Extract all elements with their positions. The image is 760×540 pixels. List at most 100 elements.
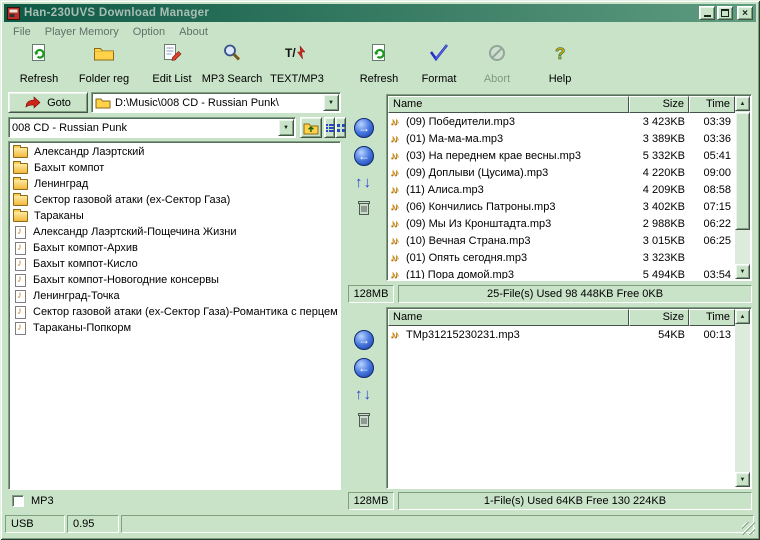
file-size-cell: 3 015KB [642,234,685,247]
mp3-checkbox[interactable] [12,494,24,507]
item-label: Сектор газовой атаки (ex-Сектор Газа)-Ро… [33,306,338,318]
close-button[interactable]: × [737,6,753,20]
list-item[interactable]: Бахыт компот-Кисло [9,256,340,272]
toolbar-label: Folder reg [78,73,130,85]
folder-combobox[interactable]: 008 CD - Russian Punk ▼ [8,117,296,138]
file-time-cell: 06:22 [703,217,731,230]
folder-file-list[interactable]: Александр Лаэртский Бахыт компот Ленинград… [8,141,341,490]
playlist-icon [15,241,26,255]
format-button[interactable]: Format [412,40,466,86]
folder-reg-button[interactable]: Folder reg [70,40,138,86]
file-name: (09) Победители.mp3 [406,115,515,128]
column-header-size[interactable]: Size [629,96,689,113]
device-status: USB [5,515,65,533]
file-row[interactable]: (10) Вечная Страна.mp3 3 015KB 06:25 [388,232,735,249]
playlist-icon [15,225,26,239]
item-label: Сектор газовой атаки (ex-Сектор Газа) [34,194,231,206]
path-dropdown-button[interactable]: ▼ [323,94,339,111]
menu-about[interactable]: About [172,25,215,39]
refresh-button-left[interactable]: Refresh [10,40,68,86]
reorder-buttons[interactable]: ↑↓ [355,174,372,191]
move-up-icon[interactable]: ↑ [355,174,364,191]
column-header-name[interactable]: Name [388,96,629,113]
file-size-cell: 4 209KB [642,183,685,196]
menu-file[interactable]: File [6,25,38,39]
list-view-button[interactable] [324,117,335,138]
file-row[interactable]: (11) Пора домой.mp3 5 494KB 03:54 [388,266,735,280]
file-row[interactable]: (09) Доплыви (Цусима).mp3 4 220KB 09:00 [388,164,735,181]
menu-option[interactable]: Option [126,25,172,39]
resize-grip[interactable] [742,522,755,535]
list-item[interactable]: Тараканы [9,208,340,224]
delete-file-button[interactable] [356,199,372,217]
file-row[interactable]: (01) Опять сегодня.mp3 3 323KB [388,249,735,266]
list-item[interactable]: Сектор газовой атаки (ex-Сектор Газа) [9,192,340,208]
file-row[interactable]: (06) Кончились Патроны.mp3 3 402KB 07:15 [388,198,735,215]
goto-button[interactable]: Goto [8,92,88,113]
text-mp3-button[interactable]: T/ TEXT/MP3 [264,40,330,86]
mp3-icon [390,116,406,128]
copy-from-device-button[interactable]: ← [354,146,374,166]
minimize-button[interactable] [699,6,715,20]
title-bar[interactable]: Han-230UVS Download Manager × [4,4,756,22]
list-item[interactable]: Бахыт компот-Архив [9,240,340,256]
scroll-thumb[interactable] [735,112,750,230]
scroll-down-button[interactable]: ▼ [735,472,750,487]
file-name-cell: (09) Мы Из Кронштадта.mp3 [388,218,629,230]
app-icon [7,6,20,20]
mp3-icon [390,150,406,162]
file-name: (11) Алиса.mp3 [406,183,484,196]
file-name: (09) Доплыви (Цусима).mp3 [406,166,549,179]
abort-button[interactable]: Abort [470,40,524,86]
icon-view-button[interactable] [335,117,346,138]
column-header-size[interactable]: Size [629,309,689,326]
up-folder-button[interactable] [300,117,322,138]
path-combobox[interactable]: D:\Music\008 CD - Russian Punk\ ▼ [91,92,341,113]
list-item[interactable]: Александр Лаэртский [9,144,340,160]
column-header-time[interactable]: Time [689,309,735,326]
copy-to-device-button-2[interactable]: → [354,330,374,350]
table-header: Name Size Time [388,96,735,113]
file-name-cell: (11) Пора домой.mp3 [388,269,629,280]
file-row[interactable]: (01) Ма-ма-ма.mp3 3 389KB 03:36 [388,130,735,147]
grid-view-icon [336,123,345,132]
maximize-button[interactable] [717,6,733,20]
file-row[interactable]: (09) Мы Из Кронштадта.mp3 2 988KB 06:22 [388,215,735,232]
scroll-up-button[interactable]: ▲ [735,309,750,324]
list-item[interactable]: Сектор газовой атаки (ex-Сектор Газа)-Ро… [9,304,340,320]
list-item[interactable]: Бахыт компот [9,160,340,176]
vertical-scrollbar[interactable]: ▲ ▼ [735,309,750,487]
scroll-up-button[interactable]: ▲ [735,96,750,111]
refresh-button-right[interactable]: Refresh [352,40,406,86]
move-down-icon[interactable]: ↓ [364,174,373,191]
edit-list-button[interactable]: Edit List [142,40,202,86]
menu-player-memory[interactable]: Player Memory [38,25,126,39]
move-up-icon[interactable]: ↑ [355,386,364,403]
file-time-cell: 09:00 [703,166,731,179]
vertical-scrollbar[interactable]: ▲ ▼ [735,96,750,279]
move-down-icon[interactable]: ↓ [364,386,373,403]
file-row[interactable]: (03) На переднем крае весны.mp3 5 332KB 05… [388,147,735,164]
folder-dropdown-button[interactable]: ▼ [278,119,294,136]
list-item[interactable]: Тараканы-Попкорм [9,320,340,336]
column-header-time[interactable]: Time [689,96,735,113]
toolbar-label: Refresh [359,73,399,85]
file-row[interactable]: (11) Алиса.mp3 4 209KB 08:58 [388,181,735,198]
refresh-icon [369,42,389,64]
item-label: Тараканы [34,210,84,222]
mp3-icon [390,269,406,280]
reorder-buttons-2[interactable]: ↑↓ [355,386,372,403]
list-item[interactable]: Александр Лаэртский-Пощечина Жизни [9,224,340,240]
scroll-down-button[interactable]: ▼ [735,264,750,279]
help-button[interactable]: ? Help [538,40,582,86]
copy-to-device-button[interactable]: → [354,118,374,138]
column-header-name[interactable]: Name [388,309,629,326]
list-item[interactable]: Бахыт компот-Новогодние консервы [9,272,340,288]
file-row[interactable]: (09) Победители.mp3 3 423KB 03:39 [388,113,735,130]
copy-from-device-button-2[interactable]: ← [354,358,374,378]
delete-file-button-2[interactable] [356,411,372,429]
list-item[interactable]: Ленинград [9,176,340,192]
mp3-search-button[interactable]: MP3 Search [198,40,266,86]
list-item[interactable]: Ленинград-Точка [9,288,340,304]
file-row[interactable]: TMp31215230231.mp3 54KB 00:13 [388,326,735,343]
